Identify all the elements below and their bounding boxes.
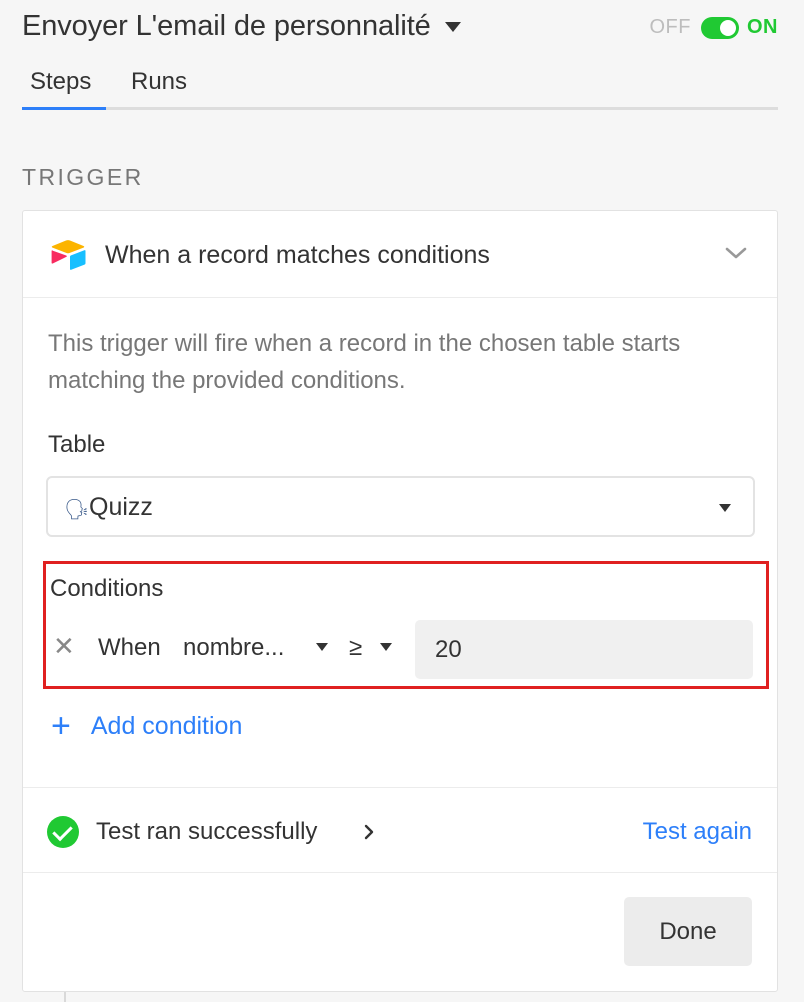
automation-header: Envoyer L'email de personnalité OFF ON: [22, 10, 778, 50]
tab-runs[interactable]: Runs: [131, 68, 187, 96]
check-circle-icon: [47, 816, 79, 848]
automation-title-dropdown[interactable]: Envoyer L'email de personnalité: [22, 10, 461, 43]
trigger-section-label: TRIGGER: [22, 164, 144, 190]
conditions-label: Conditions: [50, 575, 164, 602]
toggle-on-label: ON: [747, 16, 778, 38]
tab-steps[interactable]: Steps: [30, 68, 91, 96]
trigger-card-header[interactable]: When a record matches conditions: [23, 211, 777, 298]
speaking-head-icon: 🗣: [64, 499, 90, 521]
toggle-knob: [720, 19, 736, 36]
caret-down-icon: [316, 643, 328, 651]
condition-when-label: When: [98, 634, 161, 661]
caret-down-icon: [719, 504, 731, 512]
caret-down-icon: [380, 643, 392, 651]
test-result-row: Test ran successfully Test again: [23, 787, 777, 873]
airtable-logo-icon: [51, 240, 86, 270]
automation-title: Envoyer L'email de personnalité: [22, 10, 431, 42]
automation-panel: Envoyer L'email de personnalité OFF ON S…: [0, 0, 804, 1002]
add-condition-button[interactable]: + Add condition: [51, 707, 243, 745]
test-again-link[interactable]: Test again: [643, 818, 752, 846]
condition-field-select[interactable]: nombre...: [183, 634, 337, 664]
remove-condition-icon[interactable]: ✕: [53, 631, 75, 662]
step-connector-line: [64, 992, 66, 1002]
test-status-text[interactable]: Test ran successfully: [96, 818, 317, 846]
condition-operator-select[interactable]: ≥: [349, 634, 397, 664]
trigger-card: When a record matches conditions This tr…: [22, 210, 778, 992]
trigger-description: This trigger will fire when a record in …: [48, 330, 681, 394]
toggle-switch[interactable]: [701, 16, 739, 39]
add-condition-label: Add condition: [90, 711, 243, 740]
active-tab-indicator: [22, 107, 106, 110]
chevron-right-icon[interactable]: [363, 824, 375, 840]
conditions-highlight-box: Conditions ✕ When nombre... ≥: [43, 561, 769, 689]
automation-toggle[interactable]: OFF ON: [650, 16, 779, 39]
condition-row: ✕ When nombre... ≥: [46, 619, 766, 679]
condition-field-value: nombre...: [183, 634, 285, 661]
condition-operator-value: ≥: [349, 634, 363, 661]
table-field-label: Table: [48, 431, 106, 458]
chevron-down-icon[interactable]: [725, 245, 747, 261]
trigger-title: When a record matches conditions: [105, 241, 490, 269]
table-select-value: Quizz: [89, 493, 153, 521]
condition-value-input[interactable]: [415, 620, 753, 679]
toggle-off-label: OFF: [649, 16, 691, 38]
caret-down-icon: [444, 21, 461, 32]
table-select[interactable]: 🗣 Quizz: [46, 476, 755, 537]
done-button[interactable]: Done: [624, 897, 752, 966]
tab-bar: Steps Runs: [22, 62, 778, 110]
plus-icon: +: [51, 707, 71, 745]
